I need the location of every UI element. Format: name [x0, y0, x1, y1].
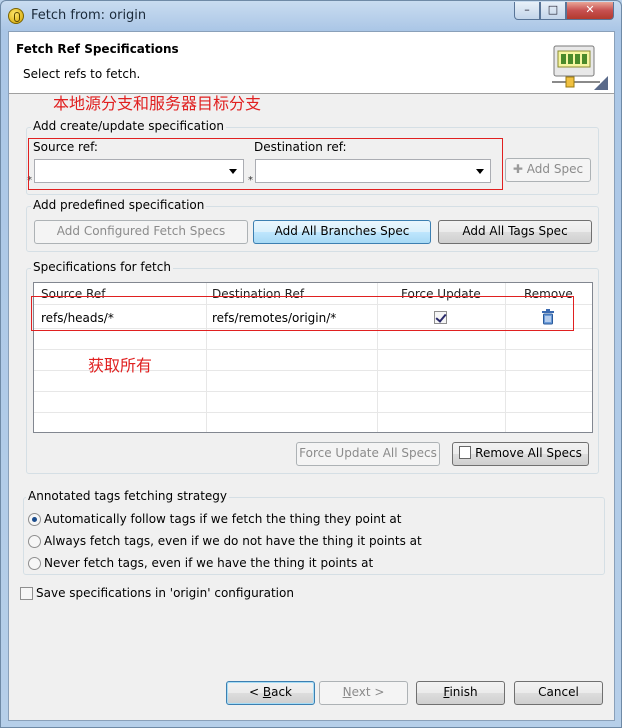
- dialog-window: Fetch from: origin – □ ✕ Fetch Ref Speci…: [0, 0, 622, 728]
- remove-all-specs-label: Remove All Specs: [475, 446, 582, 460]
- row-divider: [34, 412, 592, 413]
- minimize-button[interactable]: –: [514, 2, 540, 20]
- tags-auto-follow-radio[interactable]: [28, 513, 41, 526]
- create-spec-group-label: Add create/update specification: [31, 119, 226, 133]
- page-title: Fetch Ref Specifications: [16, 42, 179, 56]
- dialog-client: Fetch Ref Specifications Select refs to …: [8, 31, 615, 721]
- annotation-local-remote-branch: 本地源分支和服务器目标分支: [53, 94, 262, 113]
- cancel-button[interactable]: Cancel: [514, 681, 603, 705]
- tags-always-fetch-label[interactable]: Always fetch tags, even if we do not hav…: [44, 534, 422, 548]
- add-spec-button[interactable]: ✚ Add Spec: [505, 158, 591, 182]
- tags-always-fetch-radio[interactable]: [28, 535, 41, 548]
- annotation-box-spec-row: [31, 296, 574, 331]
- annotation-fetch-all: 获取所有: [88, 356, 153, 375]
- specifications-group-label: Specifications for fetch: [31, 260, 173, 274]
- save-config-checkbox[interactable]: [20, 587, 33, 600]
- eclipse-app-icon: [8, 8, 24, 24]
- back-button[interactable]: < Back: [226, 681, 315, 705]
- force-update-all-specs-button[interactable]: Force Update All Specs: [296, 442, 440, 466]
- remove-all-icon: [459, 446, 472, 459]
- page-description: Select refs to fetch.: [23, 67, 141, 81]
- fetch-wizard-banner-icon: [552, 45, 608, 90]
- add-configured-fetch-specs-button[interactable]: Add Configured Fetch Specs: [34, 220, 248, 244]
- finish-rest: inish: [449, 685, 478, 699]
- back-prefix: <: [248, 685, 263, 699]
- finish-button[interactable]: Finish: [416, 681, 505, 705]
- window-title: Fetch from: origin: [31, 8, 147, 23]
- add-all-branches-spec-button[interactable]: Add All Branches Spec: [253, 220, 431, 244]
- predefined-spec-group-label: Add predefined specification: [31, 198, 207, 212]
- next-rest: ext >: [351, 685, 385, 699]
- tags-never-fetch-label[interactable]: Never fetch tags, even if we have the th…: [44, 556, 373, 570]
- add-all-tags-spec-button[interactable]: Add All Tags Spec: [438, 220, 592, 244]
- maximize-button[interactable]: □: [540, 2, 566, 20]
- back-mnemonic: B: [262, 685, 272, 699]
- title-bar[interactable]: Fetch from: origin – □ ✕: [1, 1, 621, 31]
- tags-auto-follow-label[interactable]: Automatically follow tags if we fetch th…: [44, 512, 401, 526]
- next-mnemonic: N: [342, 685, 352, 699]
- tags-strategy-group-label: Annotated tags fetching strategy: [26, 489, 230, 503]
- tags-never-fetch-radio[interactable]: [28, 557, 41, 570]
- save-config-label[interactable]: Save specifications in 'origin' configur…: [36, 586, 294, 600]
- row-divider: [34, 349, 592, 350]
- add-spec-label: Add Spec: [526, 162, 584, 176]
- wizard-header: Fetch Ref Specifications Select refs to …: [9, 32, 614, 94]
- back-rest: ack: [271, 685, 292, 699]
- remove-all-specs-button[interactable]: Remove All Specs: [452, 442, 589, 466]
- next-button[interactable]: Next >: [319, 681, 408, 705]
- close-button[interactable]: ✕: [566, 2, 614, 20]
- plus-icon: ✚: [512, 162, 527, 176]
- annotation-box-refs: [28, 138, 503, 190]
- row-divider: [34, 391, 592, 392]
